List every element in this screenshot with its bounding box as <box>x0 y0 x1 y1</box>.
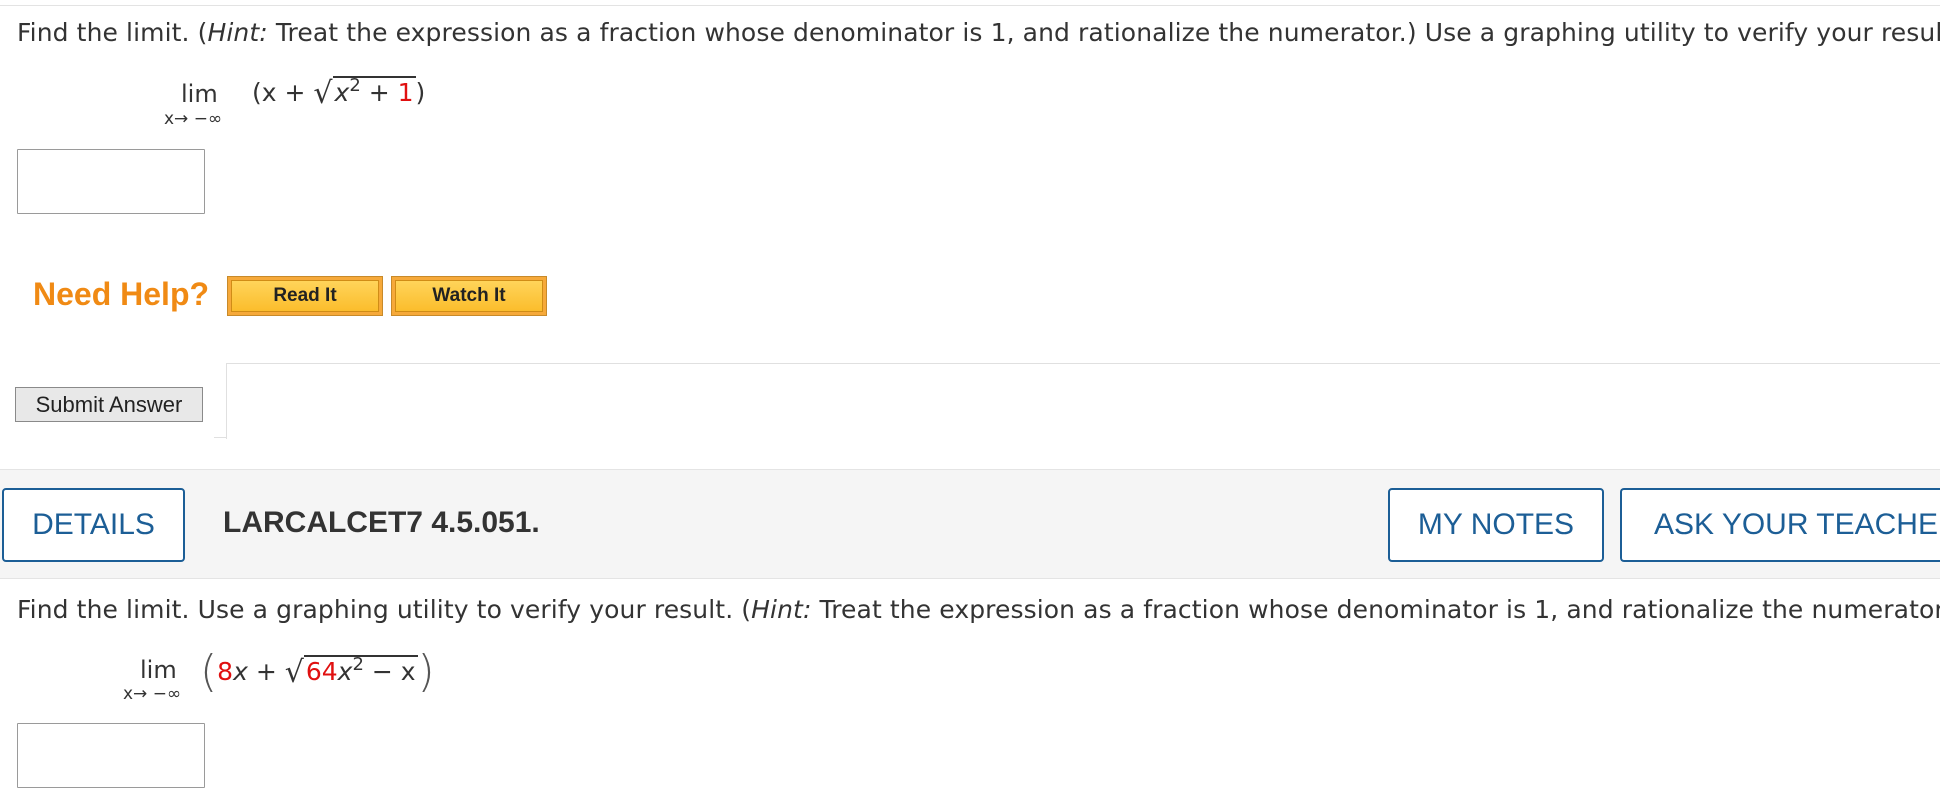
expr-close: ) <box>415 78 426 107</box>
details-button[interactable]: DETAILS <box>2 488 185 562</box>
read-it-button[interactable]: Read It <box>227 276 383 316</box>
read-it-label: Read It <box>231 280 379 312</box>
submit-panel-top-border <box>226 363 1940 364</box>
limit-expression: (x + √x2 + 1) <box>252 76 425 111</box>
radicand-var: x <box>337 657 353 686</box>
plus-sign: + <box>247 657 285 686</box>
right-paren: ) <box>417 646 435 697</box>
radicand-exponent: 2 <box>349 75 361 96</box>
question-id: LARCALCET7 4.5.051. <box>223 506 540 539</box>
left-paren: ( <box>200 646 218 697</box>
need-help-label: Need Help? <box>33 276 210 312</box>
hint-label: Hint: <box>207 18 268 47</box>
submit-answer-button[interactable]: Submit Answer <box>15 387 203 422</box>
submit-panel-left-border <box>226 363 227 439</box>
lim-word: lim <box>140 656 177 684</box>
question-2-prompt: Find the limit. Use a graphing utility t… <box>17 595 1940 624</box>
radicand-plus: + <box>360 78 398 107</box>
lim-subscript: x→ −∞ <box>123 684 182 704</box>
square-root: √x2 + 1 <box>313 75 416 111</box>
radicand-constant: 1 <box>397 78 414 107</box>
radicand-var: x <box>334 78 350 107</box>
expr-open: (x + <box>252 78 314 107</box>
square-root: √64x2 − x <box>284 654 418 690</box>
prompt-text: Find the limit. Use a graphing utility t… <box>17 595 752 624</box>
ask-your-teacher-button[interactable]: ASK YOUR TEACHER <box>1620 488 1940 562</box>
watch-it-button[interactable]: Watch It <box>391 276 547 316</box>
coefficient: 8 <box>217 657 234 686</box>
prompt-text-rest: Treat the expression as a fraction whose… <box>811 595 1940 624</box>
submit-panel-bottom-border <box>214 437 227 438</box>
radicand-minus-x: − x <box>363 657 416 686</box>
answer-input-1[interactable] <box>17 149 205 214</box>
my-notes-button[interactable]: MY NOTES <box>1388 488 1604 562</box>
limit-expression: (8x + √64x2 − x) <box>200 646 435 697</box>
top-divider <box>0 5 1940 6</box>
variable: x <box>233 657 248 686</box>
radicand-exponent: 2 <box>352 654 364 675</box>
lim-word: lim <box>181 80 218 108</box>
watch-it-label: Watch It <box>395 280 543 312</box>
radicand-coefficient: 64 <box>305 657 338 686</box>
lim-subscript: x→ −∞ <box>164 109 223 129</box>
question-1-prompt: Find the limit. (Hint: Treat the express… <box>17 18 1940 47</box>
prompt-text-rest: Treat the expression as a fraction whose… <box>267 18 1940 47</box>
prompt-text: Find the limit. ( <box>17 18 208 47</box>
answer-input-2[interactable] <box>17 723 205 788</box>
hint-label: Hint: <box>751 595 812 624</box>
